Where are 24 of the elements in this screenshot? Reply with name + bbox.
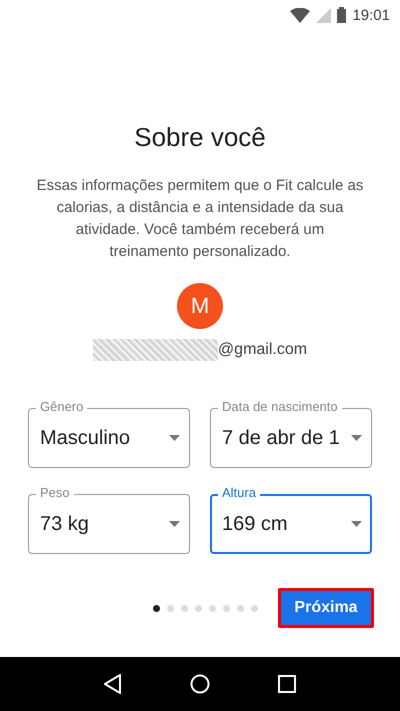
dropdown-caret-icon <box>351 521 362 527</box>
home-icon[interactable] <box>190 674 210 694</box>
account-email: @gmail.com <box>218 341 308 359</box>
dropdown-field[interactable]: Altura 169 cm <box>210 485 372 554</box>
dropdown-field[interactable]: Gênero Masculino <box>28 399 190 468</box>
signal-icon <box>316 8 332 22</box>
field-value: 73 kg <box>40 512 90 536</box>
back-icon[interactable] <box>104 674 122 694</box>
field-value: 169 cm <box>222 512 289 536</box>
dropdown-field[interactable]: Data de nascimento 7 de abr de 1 <box>210 399 372 468</box>
dropdown-caret-icon <box>169 435 180 441</box>
status-time: 19:01 <box>352 6 390 24</box>
dropdown-caret-icon <box>169 521 180 527</box>
battery-icon <box>337 7 346 23</box>
page-title: Sobre você <box>134 122 266 153</box>
description-text: Essas informações permitem que o Fit calcule as calorias, a distância e a intensidade da sua atividade. Você também receberá um treinamento personalizado. <box>36 176 364 262</box>
field-value: 7 de abr de 1 <box>222 426 341 450</box>
dropdown-caret-icon <box>351 435 362 441</box>
dropdown-field[interactable]: Peso 73 kg <box>28 485 190 554</box>
account-avatar: M <box>177 283 223 329</box>
field-value: Masculino <box>40 426 132 450</box>
recents-icon[interactable] <box>278 675 296 693</box>
wifi-icon <box>290 8 310 22</box>
next-button[interactable]: Próxima <box>278 588 374 628</box>
